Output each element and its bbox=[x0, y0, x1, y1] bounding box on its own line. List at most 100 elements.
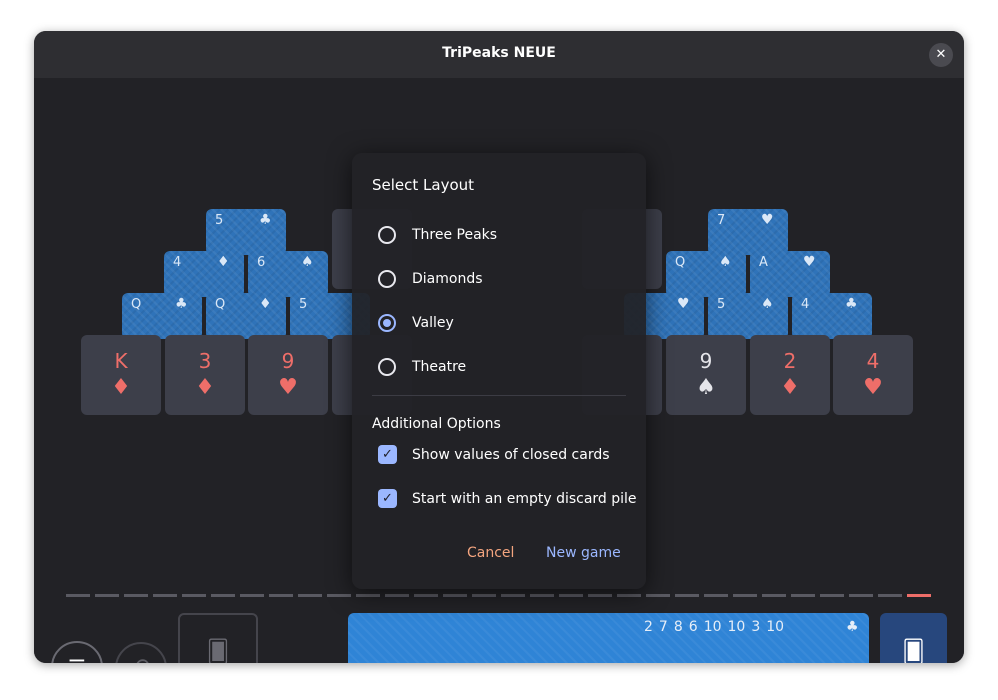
progress-dash bbox=[66, 594, 90, 597]
progress-dash bbox=[298, 594, 322, 597]
progress-dash bbox=[501, 594, 525, 597]
card-value: Q bbox=[131, 297, 142, 312]
tableau-card[interactable]: Q ♦ bbox=[206, 293, 286, 339]
card-suit: ♦ bbox=[217, 254, 230, 270]
card-rank: 9 bbox=[699, 349, 713, 373]
progress-dash bbox=[414, 594, 438, 597]
titlebar: TriPeaks NEUE ✕ bbox=[34, 31, 964, 78]
layout-option-three-peaks[interactable]: Three Peaks bbox=[378, 224, 638, 246]
stock-card-value: 2 bbox=[644, 619, 653, 635]
card-suit: ♣ bbox=[845, 296, 858, 312]
select-layout-dialog: Select Layout Three Peaks Diamonds Valle… bbox=[352, 153, 646, 589]
option-show-closed-values[interactable]: ✓ Show values of closed cards bbox=[378, 444, 640, 466]
stock-card-value: 10 bbox=[727, 619, 746, 635]
card-rank: 3 bbox=[198, 349, 212, 373]
divider bbox=[372, 395, 626, 396]
tableau-card[interactable]: 4 ♣ bbox=[792, 293, 872, 339]
tableau-card[interactable]: 5 ♣ bbox=[206, 209, 286, 255]
radio-label: Theatre bbox=[412, 359, 467, 375]
card-rank: K bbox=[114, 349, 128, 373]
tableau-card-open[interactable]: 3 ♦ bbox=[165, 335, 245, 415]
progress-dash bbox=[385, 594, 409, 597]
layout-option-diamonds[interactable]: Diamonds bbox=[378, 268, 638, 290]
stock-card-value: 10 bbox=[766, 619, 785, 635]
card-suit: ♥ bbox=[278, 375, 298, 400]
progress-dash bbox=[791, 594, 815, 597]
stock-card-value: 8 bbox=[673, 619, 683, 635]
stock-card-value: 3 bbox=[751, 619, 761, 635]
stock-top-values: 2 7 8 6 10 10 3 10 bbox=[644, 619, 790, 635]
tableau-card-open[interactable]: 2 ♦ bbox=[750, 335, 830, 415]
draw-card-button[interactable]: 🂠 bbox=[880, 613, 947, 663]
progress-dash bbox=[588, 594, 612, 597]
progress-dash bbox=[95, 594, 119, 597]
card-suit: ♠ bbox=[761, 296, 774, 312]
tableau-card[interactable]: Q ♣ bbox=[122, 293, 202, 339]
progress-dash bbox=[530, 594, 554, 597]
checkbox-label: Show values of closed cards bbox=[412, 447, 610, 463]
tableau-card[interactable]: 7 ♥ bbox=[708, 209, 788, 255]
layout-option-theatre[interactable]: Theatre bbox=[378, 356, 638, 378]
radio-button[interactable] bbox=[378, 314, 396, 332]
progress-dash bbox=[211, 594, 235, 597]
progress-dash bbox=[559, 594, 583, 597]
app-window: TriPeaks NEUE ✕ 5 ♣ 4 ♦ 6 ♠ Q ♣ Q ♦ 5 7 … bbox=[34, 31, 964, 663]
progress-dash bbox=[182, 594, 206, 597]
card-suit: ♦ bbox=[195, 375, 215, 400]
card-suit: ♣ bbox=[175, 296, 188, 312]
radio-label: Valley bbox=[412, 315, 454, 331]
progress-dash bbox=[356, 594, 380, 597]
card-suit: ♦ bbox=[259, 296, 272, 312]
card-suit: ♥ bbox=[863, 375, 883, 400]
radio-label: Three Peaks bbox=[412, 227, 498, 243]
stock-cards[interactable]: 27861010310 ♣ ♠♥♦♣♠♣♦♣♦♥♣♦♠♣♥♠♥♣ 10 bbox=[348, 613, 869, 663]
card-suit: ♥ bbox=[761, 212, 774, 228]
progress-dash bbox=[733, 594, 757, 597]
tableau-card-open[interactable]: 9 ♥ bbox=[248, 335, 328, 415]
checkbox-label: Start with an empty discard pile bbox=[412, 491, 637, 507]
new-game-button[interactable]: New game bbox=[546, 545, 621, 561]
progress-dash bbox=[704, 594, 728, 597]
tableau-card[interactable]: Q ♠ bbox=[666, 251, 746, 297]
progress-dash bbox=[153, 594, 177, 597]
cards-icon: 🂠 bbox=[902, 640, 925, 663]
checkbox[interactable]: ✓ bbox=[378, 489, 397, 508]
tableau-card-open[interactable]: 4 ♥ bbox=[833, 335, 913, 415]
layout-option-valley[interactable]: Valley bbox=[378, 312, 638, 334]
card-suit: ♥ bbox=[803, 254, 816, 270]
additional-options-heading: Additional Options bbox=[372, 416, 501, 432]
close-button[interactable]: ✕ bbox=[929, 43, 953, 67]
card-rank: 4 bbox=[866, 349, 880, 373]
progress-dash bbox=[646, 594, 670, 597]
progress-dash bbox=[617, 594, 641, 597]
cancel-button[interactable]: Cancel bbox=[467, 545, 514, 561]
progress-dash bbox=[762, 594, 786, 597]
progress-dash bbox=[907, 594, 931, 597]
card-value: 5 bbox=[215, 213, 224, 228]
card-suit: ♠ bbox=[719, 254, 732, 270]
menu-button[interactable]: ☰ bbox=[51, 641, 103, 663]
tableau-card[interactable]: 4 ♦ bbox=[164, 251, 244, 297]
tableau-card-open[interactable]: K ♦ bbox=[81, 335, 161, 415]
undo-button[interactable]: ↶ bbox=[115, 642, 167, 663]
card-suit: ♠ bbox=[696, 375, 716, 400]
tableau-card-open[interactable]: 9 ♠ bbox=[666, 335, 746, 415]
tableau-card[interactable]: 5 ♠ bbox=[708, 293, 788, 339]
radio-button[interactable] bbox=[378, 358, 396, 376]
option-empty-discard[interactable]: ✓ Start with an empty discard pile bbox=[378, 488, 640, 510]
tableau-card[interactable]: 6 ♠ bbox=[248, 251, 328, 297]
radio-button[interactable] bbox=[378, 226, 396, 244]
card-value: 5 bbox=[717, 297, 726, 312]
stock-suit: ♣ bbox=[846, 619, 859, 635]
checkbox[interactable]: ✓ bbox=[378, 445, 397, 464]
tableau-card[interactable]: A ♥ bbox=[750, 251, 830, 297]
card-suit: ♣ bbox=[259, 212, 272, 228]
card-value: 4 bbox=[173, 255, 182, 270]
card-value: Q bbox=[215, 297, 226, 312]
card-value: A bbox=[759, 255, 768, 270]
radio-button[interactable] bbox=[378, 270, 396, 288]
card-value: 6 bbox=[257, 255, 266, 270]
card-suit: ♥ bbox=[677, 296, 690, 312]
progress-dash bbox=[124, 594, 148, 597]
window-title: TriPeaks NEUE bbox=[442, 45, 556, 61]
